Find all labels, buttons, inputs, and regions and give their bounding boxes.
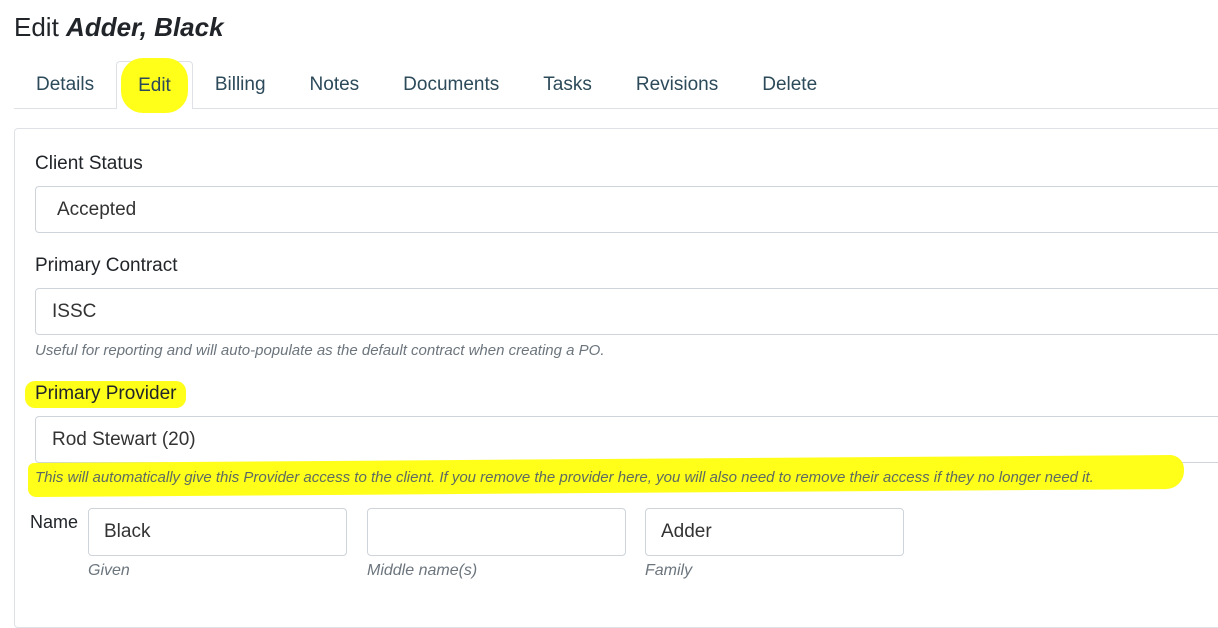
tab-tasks[interactable]: Tasks [521, 61, 614, 108]
tab-edit[interactable]: Edit [116, 58, 193, 113]
tab-delete[interactable]: Delete [740, 61, 839, 108]
primary-provider-value: Rod Stewart (20) [52, 428, 196, 450]
family-name-value: Adder [661, 521, 712, 542]
page-title-prefix: Edit [14, 12, 59, 42]
tab-revisions[interactable]: Revisions [614, 61, 740, 108]
name-label: Name [30, 512, 79, 532]
given-name-value: Black [104, 521, 151, 542]
family-name-help: Family [645, 562, 693, 579]
tab-bar: Details Edit Billing Notes Documents Tas… [14, 58, 1218, 113]
given-name-help: Given [88, 562, 130, 579]
page-title-client-name: Adder, Black [66, 12, 224, 42]
family-name-input[interactable]: Adder [645, 508, 904, 556]
client-status-select[interactable]: Accepted [35, 186, 1218, 233]
tab-documents[interactable]: Documents [381, 61, 521, 108]
given-name-input[interactable]: Black [88, 508, 347, 556]
middle-name-input[interactable] [367, 508, 626, 556]
primary-contract-select[interactable]: ISSC [35, 288, 1218, 335]
middle-name-help: Middle name(s) [367, 562, 478, 579]
primary-provider-label-text: Primary Provider [25, 381, 187, 408]
tab-details[interactable]: Details [14, 61, 116, 108]
tab-billing[interactable]: Billing [193, 61, 288, 108]
primary-contract-help: Useful for reporting and will auto-popul… [35, 342, 605, 359]
client-status-label: Client Status [35, 153, 143, 174]
page-title: Edit Adder, Black [14, 8, 224, 46]
primary-contract-label: Primary Contract [35, 255, 178, 276]
client-status-value: Accepted [57, 198, 137, 220]
primary-contract-value: ISSC [52, 300, 97, 322]
tab-notes[interactable]: Notes [288, 61, 382, 108]
primary-provider-help: This will automatically give this Provid… [35, 469, 1094, 486]
primary-provider-label: Primary Provider [25, 381, 187, 408]
